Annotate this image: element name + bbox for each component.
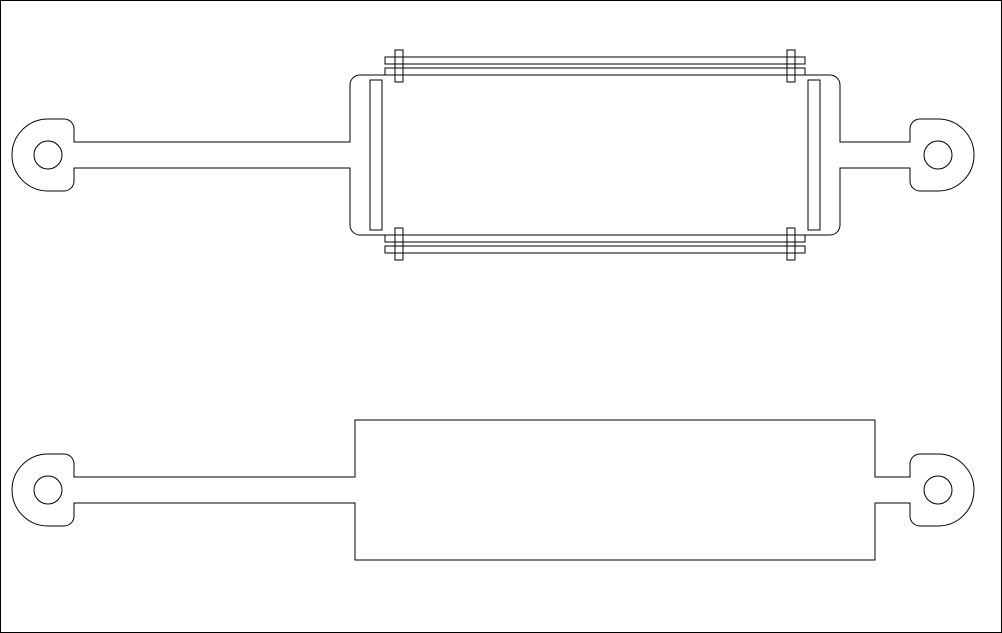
cylinder-simplified-view [12, 420, 974, 560]
right-eye-hole-2 [924, 476, 952, 504]
top-tie-rod-upper [385, 57, 805, 64]
top-tie-rod-assembly [385, 50, 805, 82]
bottom-tie-rod-assembly [385, 228, 805, 260]
right-endcap-plate [808, 80, 820, 230]
left-eye-hole [34, 141, 62, 169]
cylinder-diagram [0, 0, 1002, 633]
left-eye-hole-2 [34, 476, 62, 504]
bottom-tie-rod-lower [385, 246, 805, 253]
cylinder-simplified-outline [12, 420, 974, 560]
bottom-tie-rod-nut-left [395, 228, 403, 260]
cylinder-detailed-outline [12, 75, 974, 235]
top-tie-rod-nut-left [395, 50, 403, 82]
cylinder-detailed-view [12, 50, 974, 260]
right-eye-hole [924, 141, 952, 169]
bottom-tie-rod-upper [385, 235, 805, 242]
left-endcap-plate [370, 80, 382, 230]
bottom-tie-rod-nut-right [787, 228, 795, 260]
top-tie-rod-nut-right [787, 50, 795, 82]
frame [1, 1, 1002, 633]
top-tie-rod-lower [385, 68, 805, 75]
